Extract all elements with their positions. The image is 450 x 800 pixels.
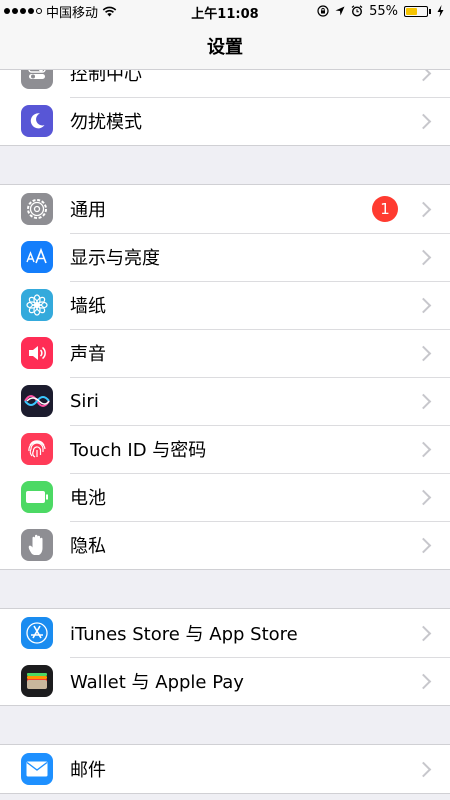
mail-icon [21, 753, 53, 785]
status-bar: 中国移动 上午11:08 55% [0, 0, 450, 22]
row-sounds[interactable]: 声音 [0, 329, 450, 377]
row-general[interactable]: 通用 1 [0, 185, 450, 233]
settings-group-2: 通用 1 显示与亮度 墙纸 声音 Siri Touch ID 与密码 电池 隐私 [0, 184, 450, 570]
siri-icon [21, 385, 53, 417]
row-itunes-app-store[interactable]: iTunes Store 与 App Store [0, 609, 450, 657]
row-mail[interactable]: 邮件 [0, 745, 450, 793]
row-label: 声音 [70, 344, 106, 365]
battery-icon [404, 5, 428, 17]
settings-group-3: iTunes Store 与 App Store Wallet 与 Apple … [0, 608, 450, 706]
chevron-right-icon [415, 345, 432, 361]
row-siri[interactable]: Siri [0, 377, 450, 425]
hand-icon [21, 529, 53, 561]
row-label: 勿扰模式 [70, 112, 142, 133]
settings-group-4: 邮件 [0, 744, 450, 794]
chevron-right-icon [415, 249, 432, 265]
wallet-icon [21, 665, 53, 697]
row-label: 通用 [70, 200, 106, 221]
row-label: Siri [70, 390, 99, 412]
row-do-not-disturb[interactable]: 勿扰模式 [0, 97, 450, 145]
row-label: 墙纸 [70, 296, 106, 317]
charging-icon [437, 5, 444, 17]
row-battery[interactable]: 电池 [0, 473, 450, 521]
row-label: 隐私 [70, 536, 106, 557]
row-label: 显示与亮度 [70, 248, 160, 269]
chevron-right-icon [415, 113, 432, 129]
gear-icon [21, 193, 53, 225]
row-label: 电池 [70, 488, 106, 509]
chevron-right-icon [415, 393, 432, 409]
chevron-right-icon [415, 537, 432, 553]
row-label: iTunes Store 与 App Store [70, 624, 298, 645]
row-privacy[interactable]: 隐私 [0, 521, 450, 569]
row-label: Touch ID 与密码 [70, 440, 207, 461]
location-icon [335, 6, 345, 16]
settings-list: 控制中心 勿扰模式 通用 1 显示与亮度 墙纸 声音 Siri Touch ID… [0, 48, 450, 794]
chevron-right-icon [415, 761, 432, 777]
battery-tip [429, 8, 431, 14]
wallpaper-flower-icon [21, 289, 53, 321]
app-store-icon [21, 617, 53, 649]
chevron-right-icon [415, 489, 432, 505]
moon-icon [21, 105, 53, 137]
chevron-right-icon [415, 201, 432, 217]
row-touch-id[interactable]: Touch ID 与密码 [0, 425, 450, 473]
alarm-icon [351, 5, 363, 17]
battery-percent: 55% [369, 3, 398, 19]
chevron-right-icon [415, 441, 432, 457]
notification-badge: 1 [372, 196, 398, 222]
nav-bar: 设置 [0, 22, 450, 70]
row-label: Wallet 与 Apple Pay [70, 672, 244, 693]
chevron-right-icon [415, 673, 432, 689]
battery-level [406, 7, 417, 15]
row-wallpaper[interactable]: 墙纸 [0, 281, 450, 329]
page-title: 设置 [207, 36, 243, 58]
chevron-right-icon [415, 297, 432, 313]
display-aa-icon [21, 241, 53, 273]
battery-icon [21, 481, 53, 513]
row-display-brightness[interactable]: 显示与亮度 [0, 233, 450, 281]
chevron-right-icon [415, 625, 432, 641]
fingerprint-icon [21, 433, 53, 465]
lock-rotation-icon [317, 5, 329, 17]
row-wallet-apple-pay[interactable]: Wallet 与 Apple Pay [0, 657, 450, 705]
speaker-icon [21, 337, 53, 369]
row-label: 邮件 [70, 760, 106, 781]
status-right: 55% [317, 3, 444, 19]
